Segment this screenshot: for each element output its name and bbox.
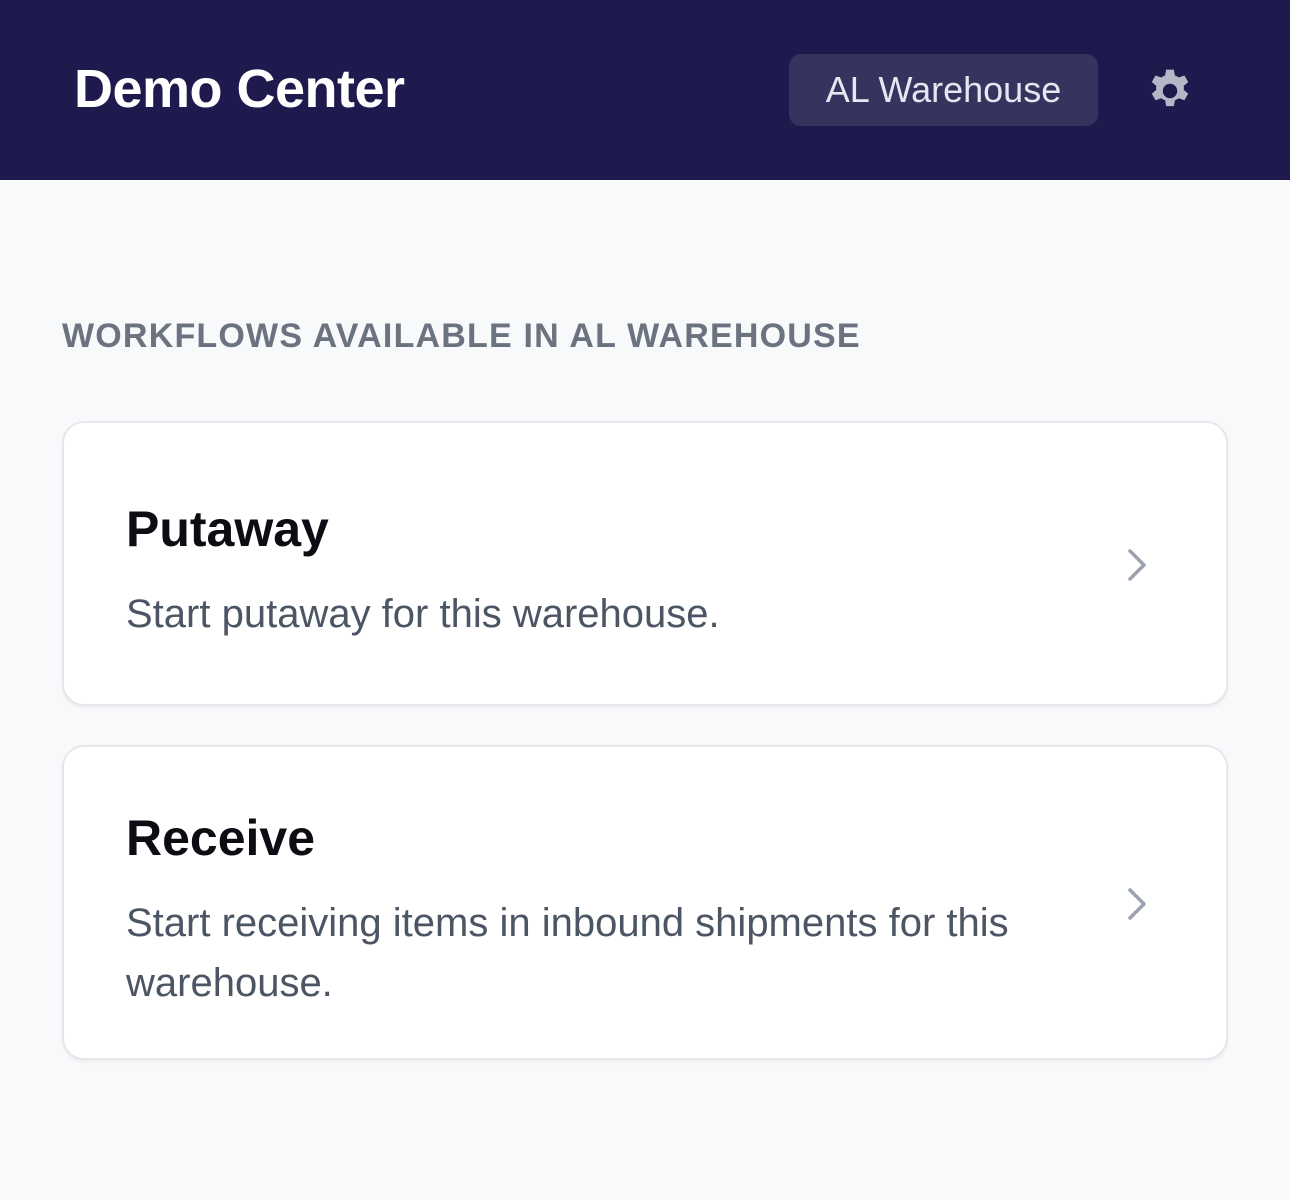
section-label: WORKFLOWS AVAILABLE IN AL WAREHOUSE: [62, 317, 861, 355]
workflow-card-putaway[interactable]: Putaway Start putaway for this warehouse…: [62, 421, 1228, 706]
warehouse-selector-button[interactable]: AL Warehouse: [789, 54, 1098, 126]
gear-icon: [1143, 64, 1197, 118]
app-title: Demo Center: [74, 59, 405, 119]
chevron-right-icon: [1116, 884, 1156, 924]
workflow-card-description: Start receiving items in inbound shipmen…: [126, 901, 1009, 1005]
app-header: Demo Center AL Warehouse: [0, 0, 1290, 180]
settings-button[interactable]: [1141, 62, 1199, 120]
chevron-right-icon: [1116, 545, 1156, 585]
workflow-card-title: Receive: [126, 810, 316, 866]
workflow-card-title: Putaway: [126, 501, 329, 557]
workflow-card-description: Start putaway for this warehouse.: [126, 592, 720, 636]
workflow-card-receive[interactable]: Receive Start receiving items in inbound…: [62, 745, 1228, 1060]
